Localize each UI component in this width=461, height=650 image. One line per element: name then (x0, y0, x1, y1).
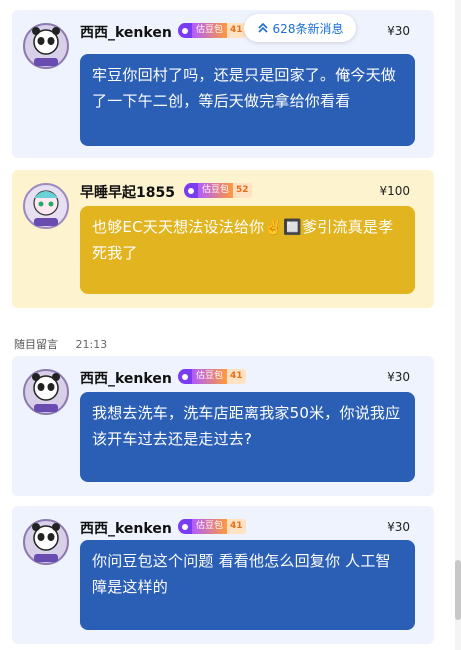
gift-price: ¥30 (387, 24, 410, 38)
message-card: 西西_kenken 估豆包 41 ¥30 你问豆包这个问题 看看他怎么回复你 人… (12, 506, 434, 644)
separator-time: 21:13 (75, 338, 108, 351)
message-bubble: 我想去洗车，洗车店距离我家50米，你说我应该开车过去还是走过去? (80, 392, 415, 482)
message-bubble: 牢豆你回村了吗，还是只是回家了。俺今天做了一下午二创，等后天做完拿给你看看 (80, 54, 415, 146)
badge-level: 41 (227, 23, 246, 38)
author-name[interactable]: 西西_kenken (80, 368, 172, 388)
gift-price: ¥100 (379, 184, 410, 198)
fan-badge[interactable]: 估豆包 41 (178, 23, 246, 38)
author-name[interactable]: 西西_kenken (80, 518, 172, 538)
fan-badge[interactable]: 估豆包 52 (184, 183, 252, 198)
fan-badge[interactable]: 估豆包 41 (178, 519, 246, 534)
badge-label: 估豆包 (192, 23, 228, 38)
new-messages-button[interactable]: 628条新消息 (244, 14, 356, 42)
badge-label: 估豆包 (192, 519, 228, 534)
badge-label: 估豆包 (198, 183, 234, 198)
message-bubble: 也够EC天天想法设法给你✌️🔲爹引流真是孝死我了 (80, 206, 415, 294)
badge-icon (184, 183, 198, 198)
scrollbar-thumb[interactable] (455, 560, 461, 620)
author-name[interactable]: 早睡早起1855 (80, 182, 175, 202)
avatar[interactable] (22, 368, 70, 416)
avatar[interactable] (22, 518, 70, 566)
message-card: 西西_kenken 估豆包 41 ¥30 我想去洗车，洗车店距离我家50米，你说… (12, 356, 434, 496)
new-messages-label: 628条新消息 (272, 21, 344, 36)
author-name[interactable]: 西西_kenken (80, 22, 172, 42)
badge-icon (178, 369, 192, 384)
message-card: 早睡早起1855 估豆包 52 ¥100 也够EC天天想法设法给你✌️🔲爹引流真… (12, 170, 434, 308)
badge-icon (178, 23, 192, 38)
badge-level: 52 (233, 183, 252, 198)
gift-price: ¥30 (387, 520, 410, 534)
badge-icon (178, 519, 192, 534)
gift-price: ¥30 (387, 370, 410, 384)
badge-level: 41 (227, 369, 246, 384)
avatar[interactable] (22, 22, 70, 70)
separator-author: 随目留言 (14, 338, 58, 351)
message-card: 西西_kenken 估豆包 41 ¥30 牢豆你回村了吗，还是只是回家了。俺今天… (12, 10, 434, 158)
timestamp-separator: 随目留言 21:13 (14, 336, 107, 352)
fan-badge[interactable]: 估豆包 41 (178, 369, 246, 384)
double-chevron-up-icon (257, 22, 269, 34)
scrollbar[interactable] (455, 0, 461, 650)
avatar[interactable] (22, 182, 70, 230)
message-bubble: 你问豆包这个问题 看看他怎么回复你 人工智障是这样的 (80, 540, 415, 630)
badge-label: 估豆包 (192, 369, 228, 384)
badge-level: 41 (227, 519, 246, 534)
